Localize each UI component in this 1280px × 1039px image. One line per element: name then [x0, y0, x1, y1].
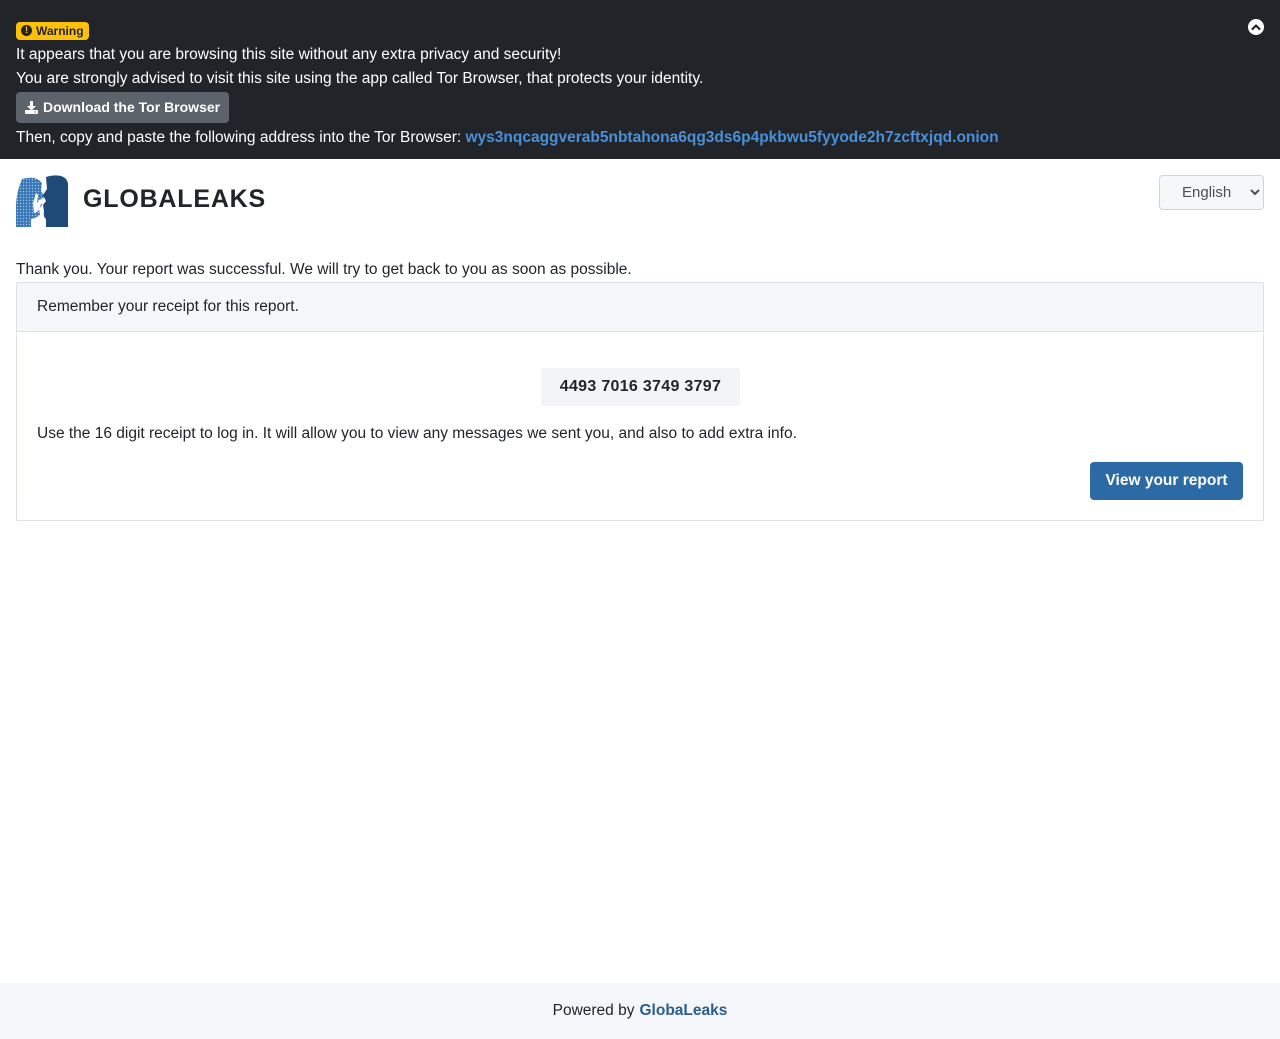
receipt-code: 4493 7016 3749 3797: [541, 368, 740, 406]
download-tor-button[interactable]: Download the Tor Browser: [16, 92, 229, 123]
exclamation-circle-icon: !: [21, 25, 32, 36]
page-footer: Powered by GlobaLeaks: [0, 983, 1280, 1039]
globaleaks-logo-icon[interactable]: [16, 175, 68, 227]
success-message: Thank you. Your report was successful. W…: [16, 260, 632, 280]
banner-line-privacy: It appears that you are browsing this si…: [16, 43, 1264, 67]
view-report-button[interactable]: View your report: [1090, 462, 1243, 500]
language-select[interactable]: English: [1159, 175, 1264, 210]
download-icon: [25, 101, 38, 114]
globaleaks-footer-link[interactable]: GlobaLeaks: [639, 1002, 727, 1020]
receipt-card: Remember your receipt for this report. 4…: [16, 282, 1264, 521]
download-tor-label: Download the Tor Browser: [43, 99, 220, 115]
receipt-instructions: Use the 16 digit receipt to log in. It w…: [37, 424, 797, 444]
warning-badge-label: Warning: [36, 24, 84, 38]
site-title: GLOBALEAKS: [83, 185, 266, 214]
tor-warning-banner: ! Warning It appears that you are browsi…: [0, 0, 1280, 159]
copy-address-prefix: Then, copy and paste the following addre…: [16, 129, 461, 146]
banner-line-advice: You are strongly advised to visit this s…: [16, 67, 1264, 91]
chevron-up-circle-icon[interactable]: [1248, 19, 1264, 35]
receipt-card-header: Remember your receipt for this report.: [17, 283, 1263, 332]
site-header: GLOBALEAKS English: [16, 175, 1264, 227]
warning-badge: ! Warning: [16, 22, 89, 40]
powered-by-text: Powered by: [553, 1002, 635, 1020]
onion-address-link[interactable]: wys3nqcaggverab5nbtahona6qg3ds6p4pkbwu5f…: [465, 129, 998, 146]
banner-line-copy: Then, copy and paste the following addre…: [16, 126, 1264, 150]
